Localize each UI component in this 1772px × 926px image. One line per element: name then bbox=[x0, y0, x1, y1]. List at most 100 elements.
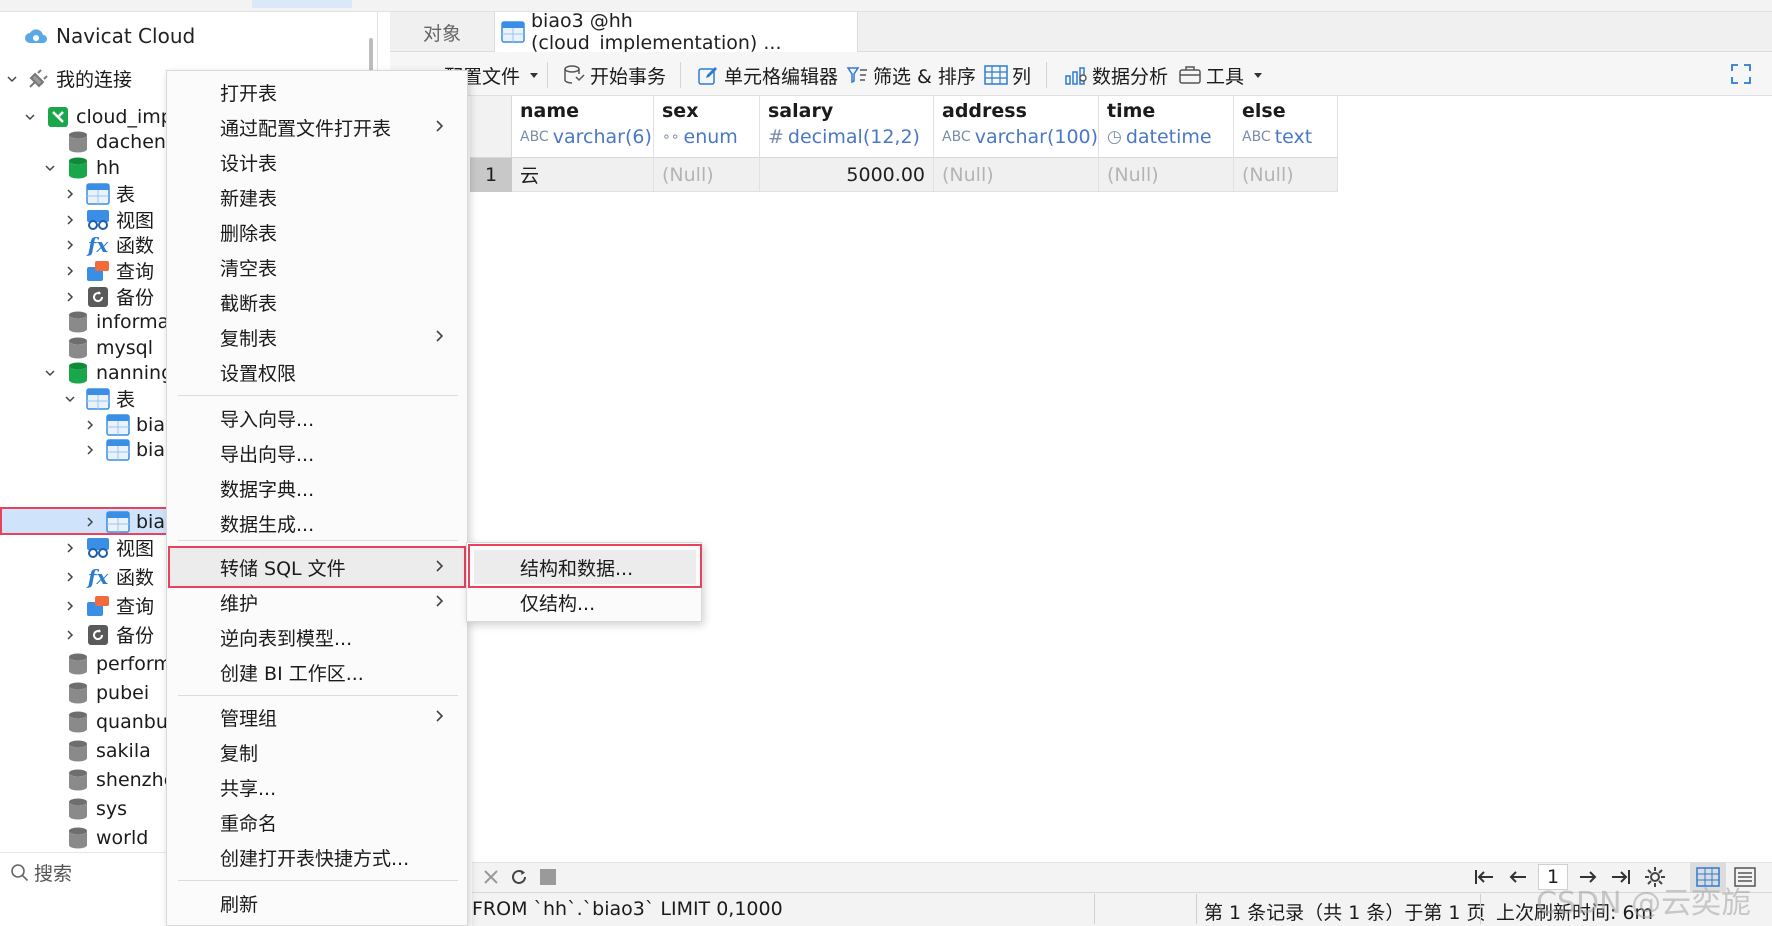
chevron-right-icon[interactable] bbox=[64, 239, 76, 251]
menu-manage-group[interactable]: 管理组 bbox=[166, 700, 468, 734]
cell-name[interactable]: 云 bbox=[512, 158, 654, 192]
chevron-down-icon[interactable] bbox=[44, 367, 56, 379]
discard-icon[interactable] bbox=[482, 868, 500, 886]
chevron-right-icon[interactable] bbox=[64, 214, 76, 226]
chevron-right-icon bbox=[436, 710, 444, 722]
tab-biao3[interactable]: biao3 @hh (cloud_implementation) ... bbox=[494, 10, 858, 54]
tree-table-2[interactable]: bia bbox=[84, 435, 165, 464]
refresh-icon[interactable] bbox=[510, 868, 528, 886]
chevron-right-icon[interactable] bbox=[64, 188, 76, 200]
chevron-down-icon[interactable] bbox=[44, 162, 56, 174]
tree-db-nanning[interactable]: nanning bbox=[44, 358, 173, 387]
cell-address[interactable]: (Null) bbox=[934, 158, 1099, 192]
column-type: datetime bbox=[1125, 126, 1212, 148]
menu-set-permissions[interactable]: 设置权限 bbox=[166, 355, 468, 389]
tree-db-shenzhen[interactable]: shenzhe bbox=[66, 765, 175, 794]
begin-transaction-button[interactable]: 开始事务 bbox=[562, 58, 666, 92]
chevron-right-icon[interactable] bbox=[64, 600, 76, 612]
first-page-icon[interactable] bbox=[1473, 868, 1495, 886]
menu-data-generation[interactable]: 数据生成... bbox=[166, 506, 468, 540]
tools-button[interactable]: 工具 bbox=[1178, 58, 1264, 92]
columns-icon bbox=[984, 63, 1008, 87]
tree-db-hh[interactable]: hh bbox=[44, 153, 120, 182]
tree-table-3-selected[interactable]: bia bbox=[84, 507, 165, 536]
column-header-name[interactable]: name ABC varchar(6) bbox=[512, 96, 654, 158]
row-number[interactable]: 1 bbox=[470, 158, 512, 192]
tab-objects[interactable]: 对象 bbox=[390, 12, 494, 52]
tree-nanning-backups[interactable]: 备份 bbox=[64, 620, 154, 649]
nav-search[interactable]: 搜索 bbox=[0, 852, 170, 892]
tree-hh-queries[interactable]: 查询 bbox=[64, 256, 154, 285]
cell-time[interactable]: (Null) bbox=[1099, 158, 1234, 192]
chevron-right-icon[interactable] bbox=[64, 291, 76, 303]
chevron-right-icon[interactable] bbox=[64, 629, 76, 641]
cell-editor-button[interactable]: 单元格编辑器 bbox=[696, 58, 838, 92]
row-number-header bbox=[470, 96, 512, 158]
chevron-down-icon[interactable] bbox=[24, 111, 36, 123]
menu-delete-table[interactable]: 删除表 bbox=[166, 215, 468, 249]
menu-open-table[interactable]: 打开表 bbox=[166, 75, 468, 109]
menu-maintain[interactable]: 维护 bbox=[166, 585, 468, 619]
menu-copy[interactable]: 复制 bbox=[166, 735, 468, 769]
tree-db-information[interactable]: informa bbox=[66, 307, 169, 336]
menu-import-wizard[interactable]: 导入向导... bbox=[166, 401, 468, 435]
column-header-time[interactable]: time ◷ datetime bbox=[1099, 96, 1234, 158]
chevron-right-icon[interactable] bbox=[64, 542, 76, 554]
chevron-right-icon[interactable] bbox=[84, 516, 96, 528]
tree-nanning-tables[interactable]: 表 bbox=[64, 384, 135, 413]
submenu-structure-and-data[interactable]: 结构和数据... bbox=[466, 550, 702, 584]
cell-else[interactable]: (Null) bbox=[1234, 158, 1338, 192]
chevron-down-icon[interactable] bbox=[64, 393, 76, 405]
connection-icon bbox=[46, 105, 70, 129]
menu-copy-table[interactable]: 复制表 bbox=[166, 320, 468, 354]
tree-db-world[interactable]: world bbox=[66, 823, 148, 852]
menu-truncate-table[interactable]: 截断表 bbox=[166, 285, 468, 319]
menu-dump-sql[interactable]: 转储 SQL 文件 bbox=[166, 550, 468, 584]
tree-nanning-views[interactable]: 视图 bbox=[64, 533, 154, 562]
tree-hh-tables[interactable]: 表 bbox=[64, 179, 135, 208]
menu-create-shortcut[interactable]: 创建打开表快捷方式... bbox=[166, 840, 468, 874]
navicat-cloud-header[interactable]: Navicat Cloud bbox=[24, 20, 195, 52]
data-analysis-button[interactable]: 数据分析 bbox=[1064, 58, 1168, 92]
menu-empty-table[interactable]: 清空表 bbox=[166, 250, 468, 284]
chevron-right-icon[interactable] bbox=[84, 444, 96, 456]
menu-reverse-to-model[interactable]: 逆向表到模型... bbox=[166, 620, 468, 654]
column-header-sex[interactable]: sex ∘∘ enum bbox=[654, 96, 760, 158]
column-header-address[interactable]: address ABC varchar(100) bbox=[934, 96, 1099, 158]
database-icon bbox=[66, 652, 90, 676]
fullscreen-icon[interactable] bbox=[1730, 63, 1752, 85]
menu-share[interactable]: 共享... bbox=[166, 770, 468, 804]
tree-hh-functions[interactable]: fx 函数 bbox=[64, 230, 154, 259]
tree-nanning-queries[interactable]: 查询 bbox=[64, 591, 154, 620]
tree-db-sakila[interactable]: sakila bbox=[66, 736, 151, 765]
stop-icon[interactable] bbox=[540, 869, 556, 885]
columns-button[interactable]: 列 bbox=[984, 58, 1031, 92]
column-header-else[interactable]: else ABC text bbox=[1234, 96, 1338, 158]
tree-db-dachen[interactable]: dachen bbox=[66, 127, 166, 156]
menu-data-dictionary[interactable]: 数据字典... bbox=[166, 471, 468, 505]
tree-db-performance[interactable]: perform bbox=[66, 649, 172, 678]
menu-rename[interactable]: 重命名 bbox=[166, 805, 468, 839]
menu-design-table[interactable]: 设计表 bbox=[166, 145, 468, 179]
menu-open-with-profile[interactable]: 通过配置文件打开表 bbox=[166, 110, 468, 144]
chevron-right-icon[interactable] bbox=[64, 265, 76, 277]
tree-nanning-functions[interactable]: fx 函数 bbox=[64, 562, 154, 591]
chevron-right-icon[interactable] bbox=[64, 571, 76, 583]
column-header-salary[interactable]: salary # decimal(12,2) bbox=[760, 96, 934, 158]
menu-create-bi[interactable]: 创建 BI 工作区... bbox=[166, 655, 468, 689]
chevron-right-icon[interactable] bbox=[84, 419, 96, 431]
cell-salary[interactable]: 5000.00 bbox=[760, 158, 934, 192]
tree-db-quanbu[interactable]: quanbu bbox=[66, 707, 168, 736]
tree-my-connections[interactable]: 我的连接 bbox=[6, 64, 132, 93]
cell-sex[interactable]: (Null) bbox=[654, 158, 760, 192]
prev-page-icon[interactable] bbox=[1508, 868, 1528, 886]
tree-db-sys[interactable]: sys bbox=[66, 794, 127, 823]
filter-sort-button[interactable]: 筛选 & 排序 bbox=[845, 58, 976, 92]
menu-refresh[interactable]: 刷新 bbox=[166, 886, 468, 920]
chevron-down-icon[interactable] bbox=[6, 73, 18, 85]
submenu-structure-only[interactable]: 仅结构... bbox=[466, 585, 702, 619]
menu-export-wizard[interactable]: 导出向导... bbox=[166, 436, 468, 470]
begin-transaction-label: 开始事务 bbox=[590, 65, 667, 88]
tree-db-pubei[interactable]: pubei bbox=[66, 678, 149, 707]
menu-new-table[interactable]: 新建表 bbox=[166, 180, 468, 214]
